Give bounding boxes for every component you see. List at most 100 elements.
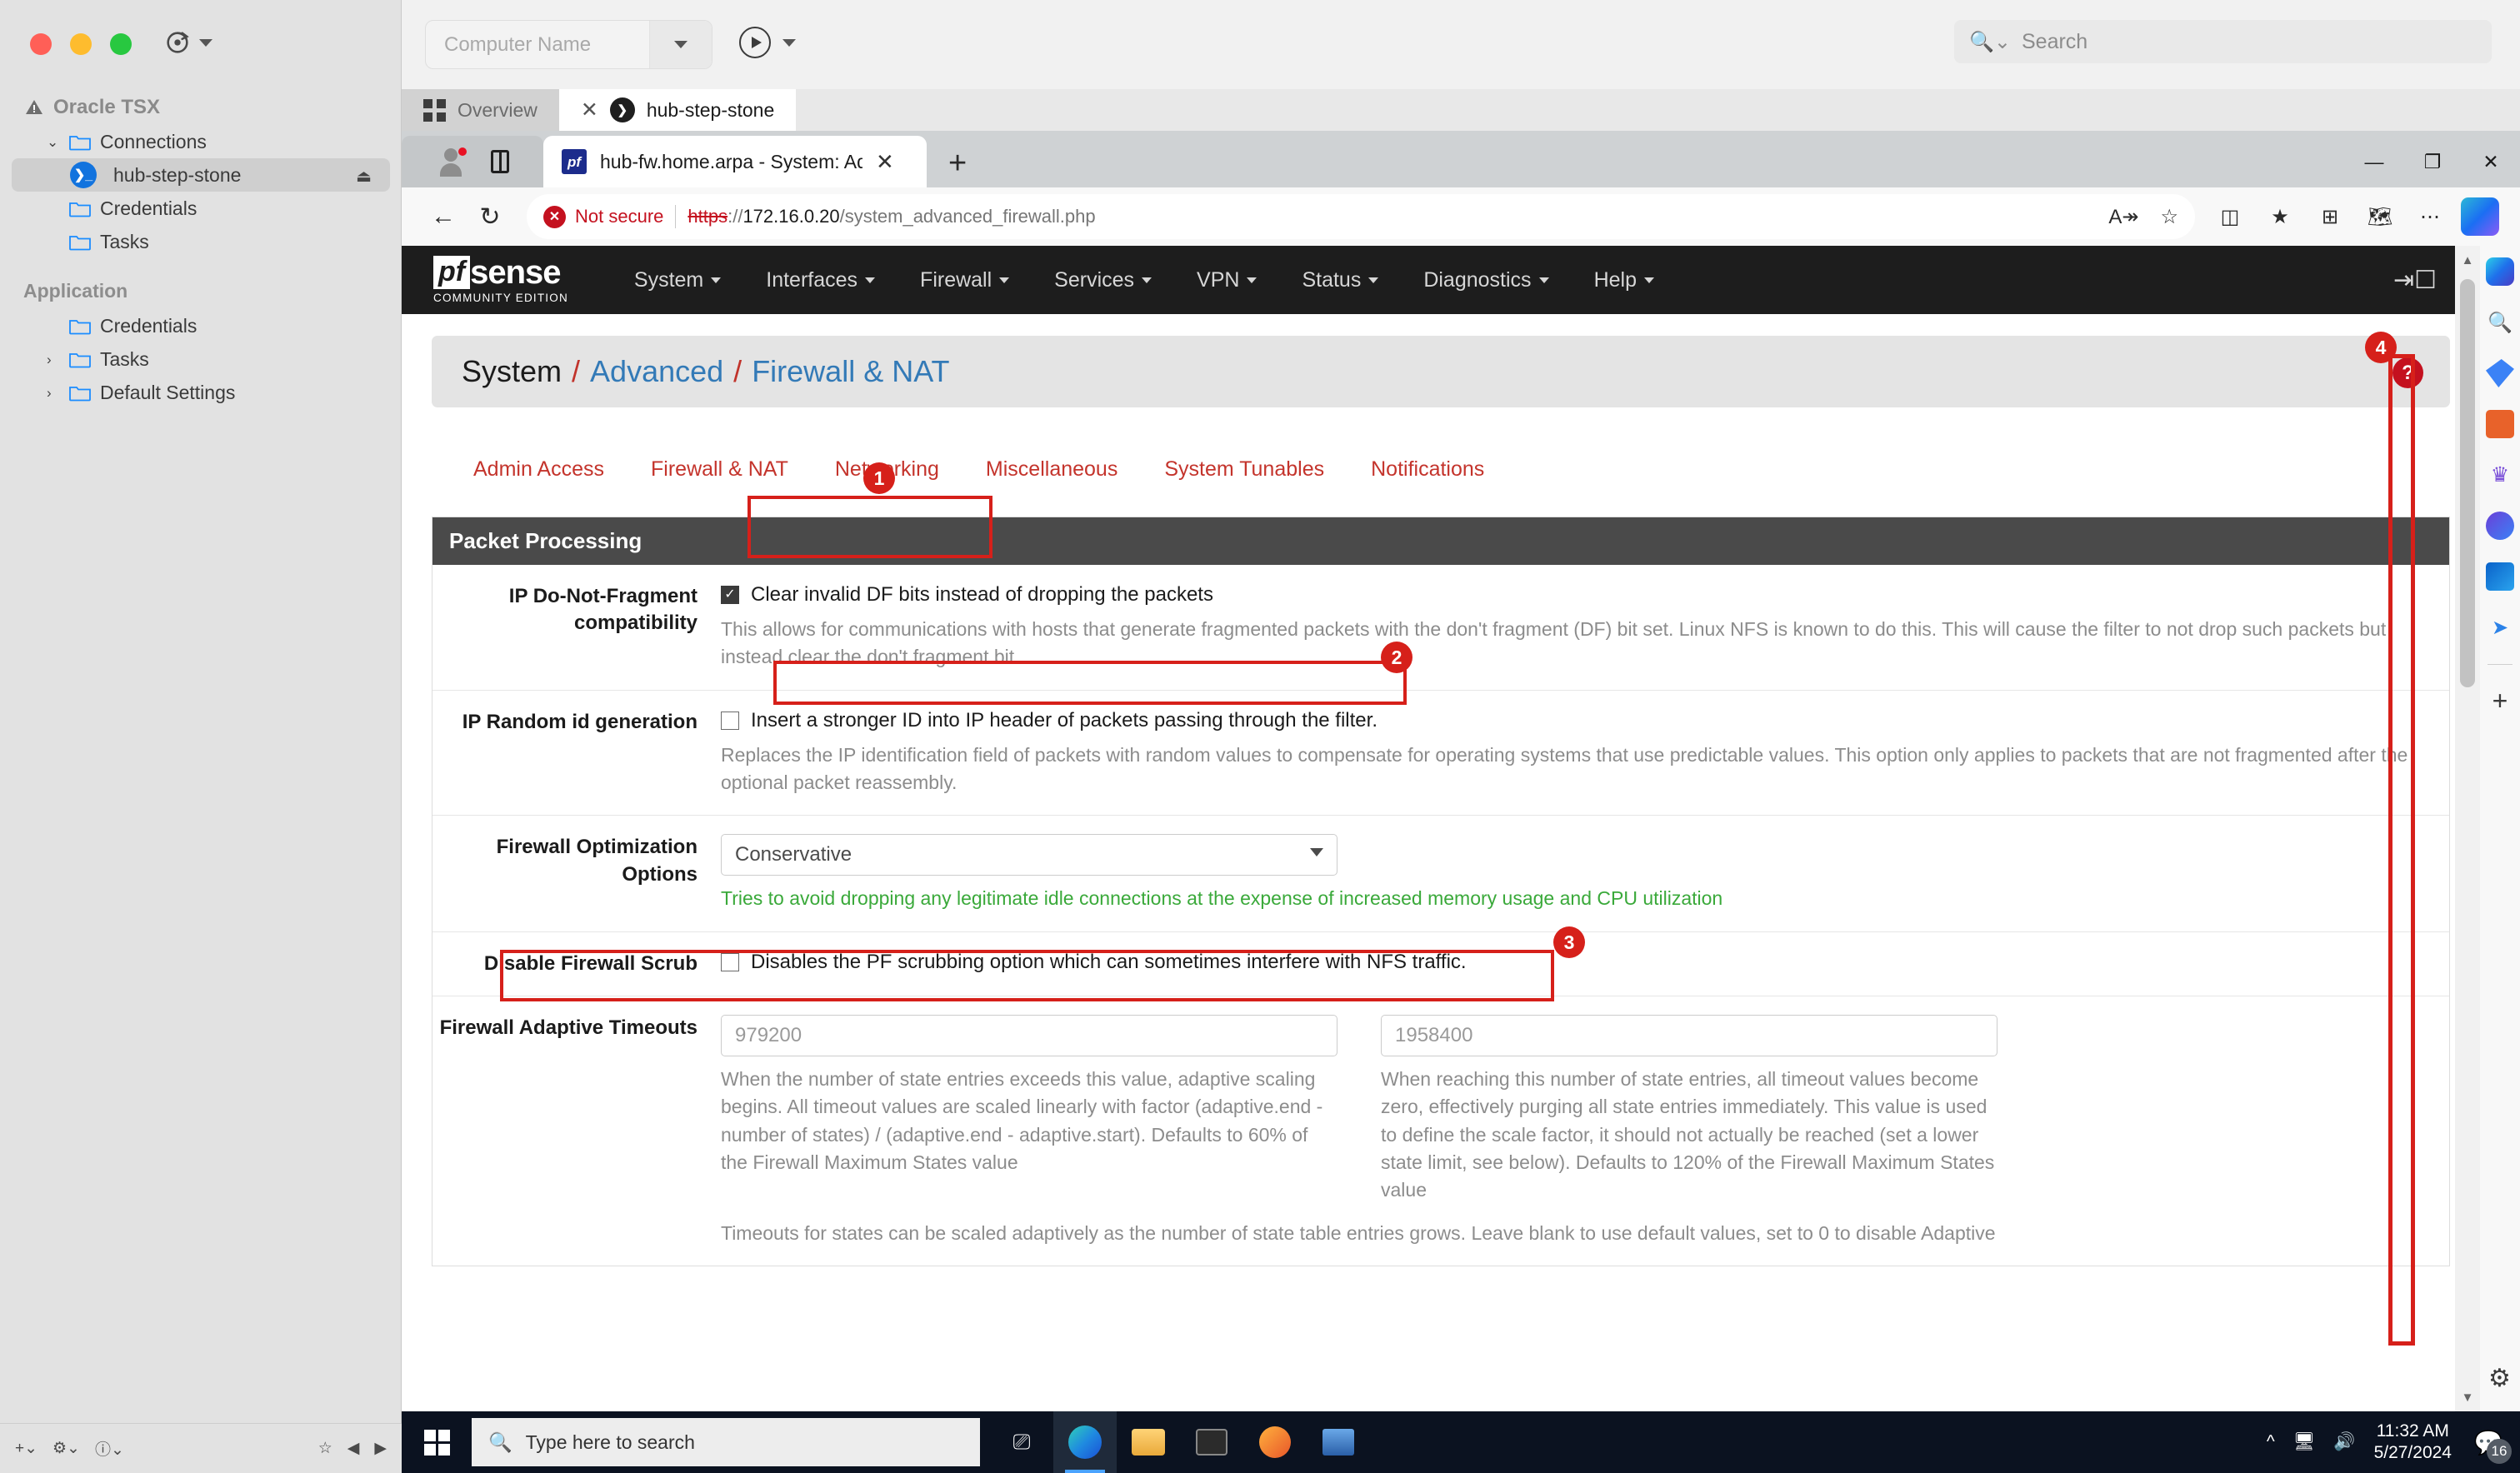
split-screen-icon[interactable]: ◫	[2208, 195, 2252, 238]
back-button[interactable]: ←	[420, 193, 467, 240]
close-icon[interactable]: ✕	[876, 151, 894, 172]
scrollbar-thumb[interactable]	[2460, 279, 2475, 687]
scroll-up-button[interactable]: ▲	[2455, 246, 2480, 274]
favorite-icon[interactable]: ☆	[318, 1439, 332, 1458]
subtab-system-tunables[interactable]: System Tunables	[1141, 446, 1348, 493]
maximize-window-button[interactable]	[110, 33, 132, 55]
panel-right-icon[interactable]: ▶	[374, 1439, 387, 1458]
scrub-checkbox[interactable]	[721, 953, 739, 971]
random-id-checkbox[interactable]	[721, 712, 739, 730]
nav-status[interactable]: Status	[1279, 268, 1401, 292]
minimize-window-button[interactable]	[70, 33, 92, 55]
reload-button[interactable]: ↻	[467, 193, 513, 240]
address-bar[interactable]: ✕ Not secure https://172.16.0.20/system_…	[527, 194, 2195, 239]
games-icon[interactable]: ♛	[2486, 461, 2514, 489]
nav-services[interactable]: Services	[1032, 268, 1174, 292]
adaptive-start-input[interactable]: 979200	[721, 1015, 1338, 1056]
subtab-miscellaneous[interactable]: Miscellaneous	[962, 446, 1141, 493]
firewall-optimization-select[interactable]: Conservative	[721, 834, 1338, 876]
page-scrollbar[interactable]: ▲ ▼	[2455, 246, 2480, 1411]
shopping-tag-icon[interactable]	[2486, 359, 2514, 387]
firefox-icon[interactable]	[1243, 1411, 1307, 1473]
clock[interactable]: 11:32 AM 5/27/2024	[2374, 1421, 2452, 1465]
chevron-down-icon[interactable]	[649, 21, 712, 68]
terminal-icon[interactable]	[1180, 1411, 1243, 1473]
edge-profile-area[interactable]	[402, 136, 543, 187]
scroll-down-button[interactable]: ▼	[2455, 1383, 2480, 1411]
task-view-icon[interactable]: ⎚	[990, 1411, 1053, 1473]
nav-diagnostics[interactable]: Diagnostics	[1401, 268, 1571, 292]
vertical-tabs-icon[interactable]	[491, 150, 509, 173]
breadcrumb-advanced[interactable]: Advanced	[590, 354, 723, 389]
breadcrumb-firewall-nat[interactable]: Firewall & NAT	[752, 354, 949, 389]
notification-center-button[interactable]: 💬 16	[2470, 1424, 2507, 1461]
avatar[interactable]	[436, 147, 466, 177]
sidebar-add-button[interactable]: +	[2492, 687, 2508, 714]
start-button[interactable]	[402, 1411, 472, 1473]
logout-icon[interactable]: ⇥☐	[2393, 266, 2448, 295]
refresh-icon[interactable]	[163, 28, 212, 57]
tab-hub-step-stone[interactable]: ✕ ❯ hub-step-stone	[559, 89, 796, 131]
eject-icon[interactable]: ⏏	[356, 166, 372, 187]
search-input[interactable]: 🔍⌄ Search	[1954, 20, 2492, 63]
subtab-firewall-nat[interactable]: Firewall & NAT	[628, 446, 812, 493]
restore-button[interactable]: ❐	[2403, 136, 2462, 187]
tab-overview[interactable]: Overview	[402, 89, 559, 131]
nav-firewall[interactable]: Firewall	[898, 268, 1032, 292]
help-button[interactable]: ⓘ⌄	[95, 1437, 124, 1460]
nav-help[interactable]: Help	[1572, 268, 1677, 292]
chevron-up-icon[interactable]: ^	[2267, 1432, 2275, 1452]
chevron-down-icon[interactable]	[782, 39, 796, 47]
favorites-icon[interactable]: ★	[2258, 195, 2302, 238]
settings-button[interactable]: ⚙⌄	[52, 1439, 80, 1458]
tree-item-tasks[interactable]: Tasks	[0, 225, 402, 258]
computer-name-input[interactable]: Computer Name	[425, 20, 712, 69]
copilot-icon[interactable]	[2486, 257, 2514, 286]
tree-item-credentials[interactable]: Credentials	[0, 192, 402, 225]
subtab-admin-access[interactable]: Admin Access	[450, 446, 628, 493]
file-explorer-icon[interactable]	[1117, 1411, 1180, 1473]
adaptive-end-input[interactable]: 1958400	[1381, 1015, 1998, 1056]
more-icon[interactable]: ⋯	[2408, 195, 2452, 238]
edge-icon[interactable]	[1053, 1411, 1117, 1473]
subtab-notifications[interactable]: Notifications	[1348, 446, 1508, 493]
df-checkbox-row[interactable]: Clear invalid DF bits instead of droppin…	[721, 583, 2426, 607]
new-tab-button[interactable]: +	[927, 147, 988, 187]
browser-tab-active[interactable]: pf hub-fw.home.arpa - System: Adv ✕	[543, 136, 927, 187]
tree-item-default-settings[interactable]: › Default Settings	[0, 376, 402, 409]
close-window-button[interactable]	[30, 33, 52, 55]
tree-root-oracle-tsx[interactable]: Oracle TSX	[0, 90, 402, 125]
volume-muted-icon[interactable]: 🔊	[2333, 1432, 2355, 1452]
nav-system[interactable]: System	[612, 268, 743, 292]
star-icon[interactable]: ☆	[2160, 205, 2178, 229]
search-icon[interactable]: 🔍	[2486, 308, 2514, 337]
nav-interfaces[interactable]: Interfaces	[743, 268, 898, 292]
network-icon[interactable]: 🖥	[2293, 1432, 2316, 1452]
taskbar-search-input[interactable]: 🔍 Type here to search	[472, 1418, 980, 1466]
send-icon[interactable]: ➤	[2486, 613, 2514, 642]
outlook-icon[interactable]	[2486, 562, 2514, 591]
window-traffic-lights[interactable]	[30, 33, 132, 55]
tree-item-hub-step-stone[interactable]: ❯_ hub-step-stone ⏏	[12, 158, 390, 192]
df-checkbox[interactable]	[721, 586, 739, 604]
connect-button[interactable]	[739, 27, 796, 58]
close-icon[interactable]: ✕	[581, 97, 598, 122]
tools-icon[interactable]	[2486, 410, 2514, 438]
gear-icon[interactable]: ⚙	[2488, 1364, 2511, 1393]
close-button[interactable]: ✕	[2462, 136, 2520, 187]
add-item-button[interactable]: +⌄	[15, 1439, 38, 1458]
read-aloud-icon[interactable]: A↠	[2108, 205, 2138, 229]
browser-essentials-icon[interactable]: 🗺	[2358, 195, 2402, 238]
random-id-checkbox-row[interactable]: Insert a stronger ID into IP header of p…	[721, 709, 2426, 732]
minimize-button[interactable]: —	[2345, 136, 2403, 187]
help-icon[interactable]: ?	[2392, 357, 2423, 388]
collections-icon[interactable]: ⊞	[2308, 195, 2352, 238]
tree-item-app-tasks[interactable]: › Tasks	[0, 342, 402, 376]
office-icon[interactable]	[2486, 512, 2514, 540]
tree-item-connections[interactable]: ⌄ Connections	[0, 125, 402, 158]
pfsense-logo[interactable]: pf sense COMMUNITY EDITION	[433, 256, 568, 304]
security-status[interactable]: ✕ Not secure	[543, 206, 663, 228]
nav-vpn[interactable]: VPN	[1174, 268, 1279, 292]
remote-desktop-icon[interactable]	[1307, 1411, 1370, 1473]
tree-item-app-credentials[interactable]: Credentials	[0, 309, 402, 342]
